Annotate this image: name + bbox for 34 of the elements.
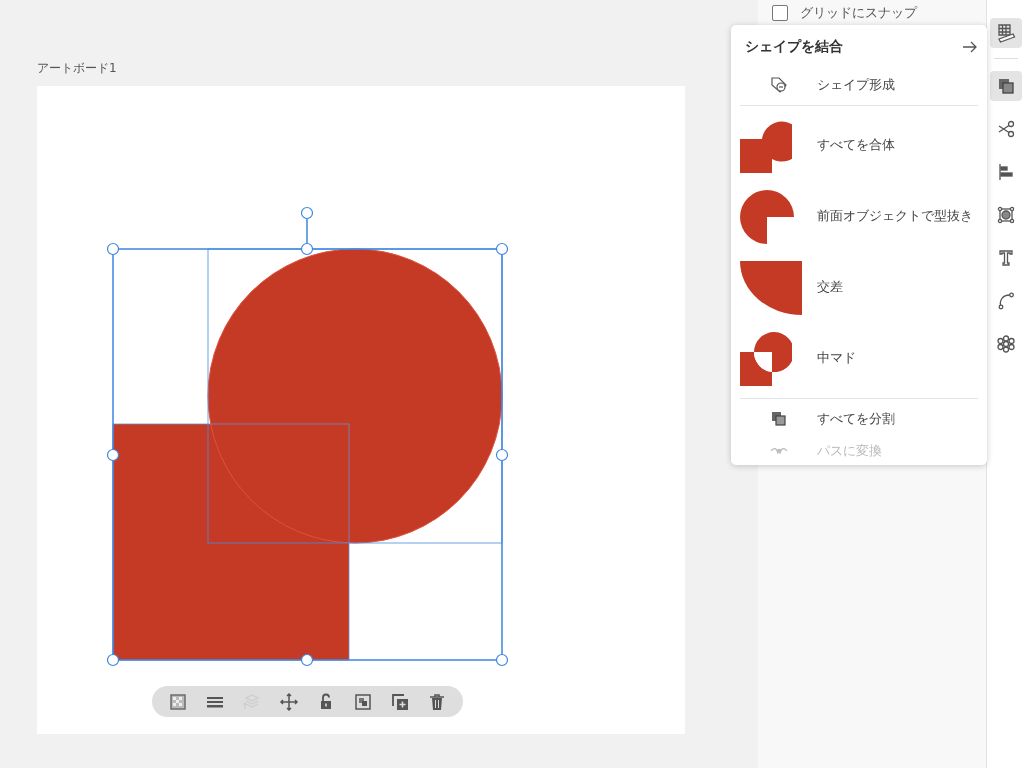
add-square-icon: [389, 691, 410, 712]
menu-item[interactable]: すべてを分割: [740, 403, 978, 435]
minus-front-shape-icon: [740, 189, 794, 244]
tool-button[interactable]: [989, 18, 1022, 48]
rotate-handle[interactable]: [300, 206, 314, 220]
path-points-icon: [769, 447, 788, 455]
menu-item[interactable]: 交差: [740, 252, 978, 323]
resize-handle[interactable]: [495, 242, 509, 256]
arrow-right-icon[interactable]: [962, 40, 978, 54]
resize-handle[interactable]: [495, 653, 509, 667]
checkbox[interactable]: [772, 5, 788, 21]
popover-title: シェイプを結合: [745, 38, 843, 56]
menu-item[interactable]: 前面オブジェクトで型抜き: [740, 181, 978, 252]
checker-icon: [168, 691, 189, 712]
resize-handle[interactable]: [106, 242, 120, 256]
mask-frame-icon: [995, 205, 1016, 225]
resize-handle[interactable]: [495, 448, 509, 462]
circle-shape[interactable]: [207, 248, 503, 544]
squares-icon: [352, 691, 373, 712]
exclude-shape-icon: [740, 331, 792, 386]
resize-handle[interactable]: [300, 242, 314, 256]
snap-to-grid-label: グリッドにスナップ: [800, 4, 917, 22]
resize-handle[interactable]: [106, 448, 120, 462]
grid-ruler-icon: [995, 23, 1016, 43]
tool-button[interactable]: [989, 71, 1022, 101]
move-arrows-icon: [279, 691, 300, 712]
flower-pattern-icon: [995, 334, 1016, 354]
menu-item[interactable]: シェイプ形成: [740, 69, 978, 101]
menu-item[interactable]: すべてを合体: [740, 110, 978, 181]
resize-handle[interactable]: [106, 653, 120, 667]
tag-shape-icon: [768, 76, 789, 94]
artboard-label: アートボード1: [37, 60, 118, 77]
menu-item[interactable]: 中マド: [740, 323, 978, 394]
resize-handle[interactable]: [300, 653, 314, 667]
